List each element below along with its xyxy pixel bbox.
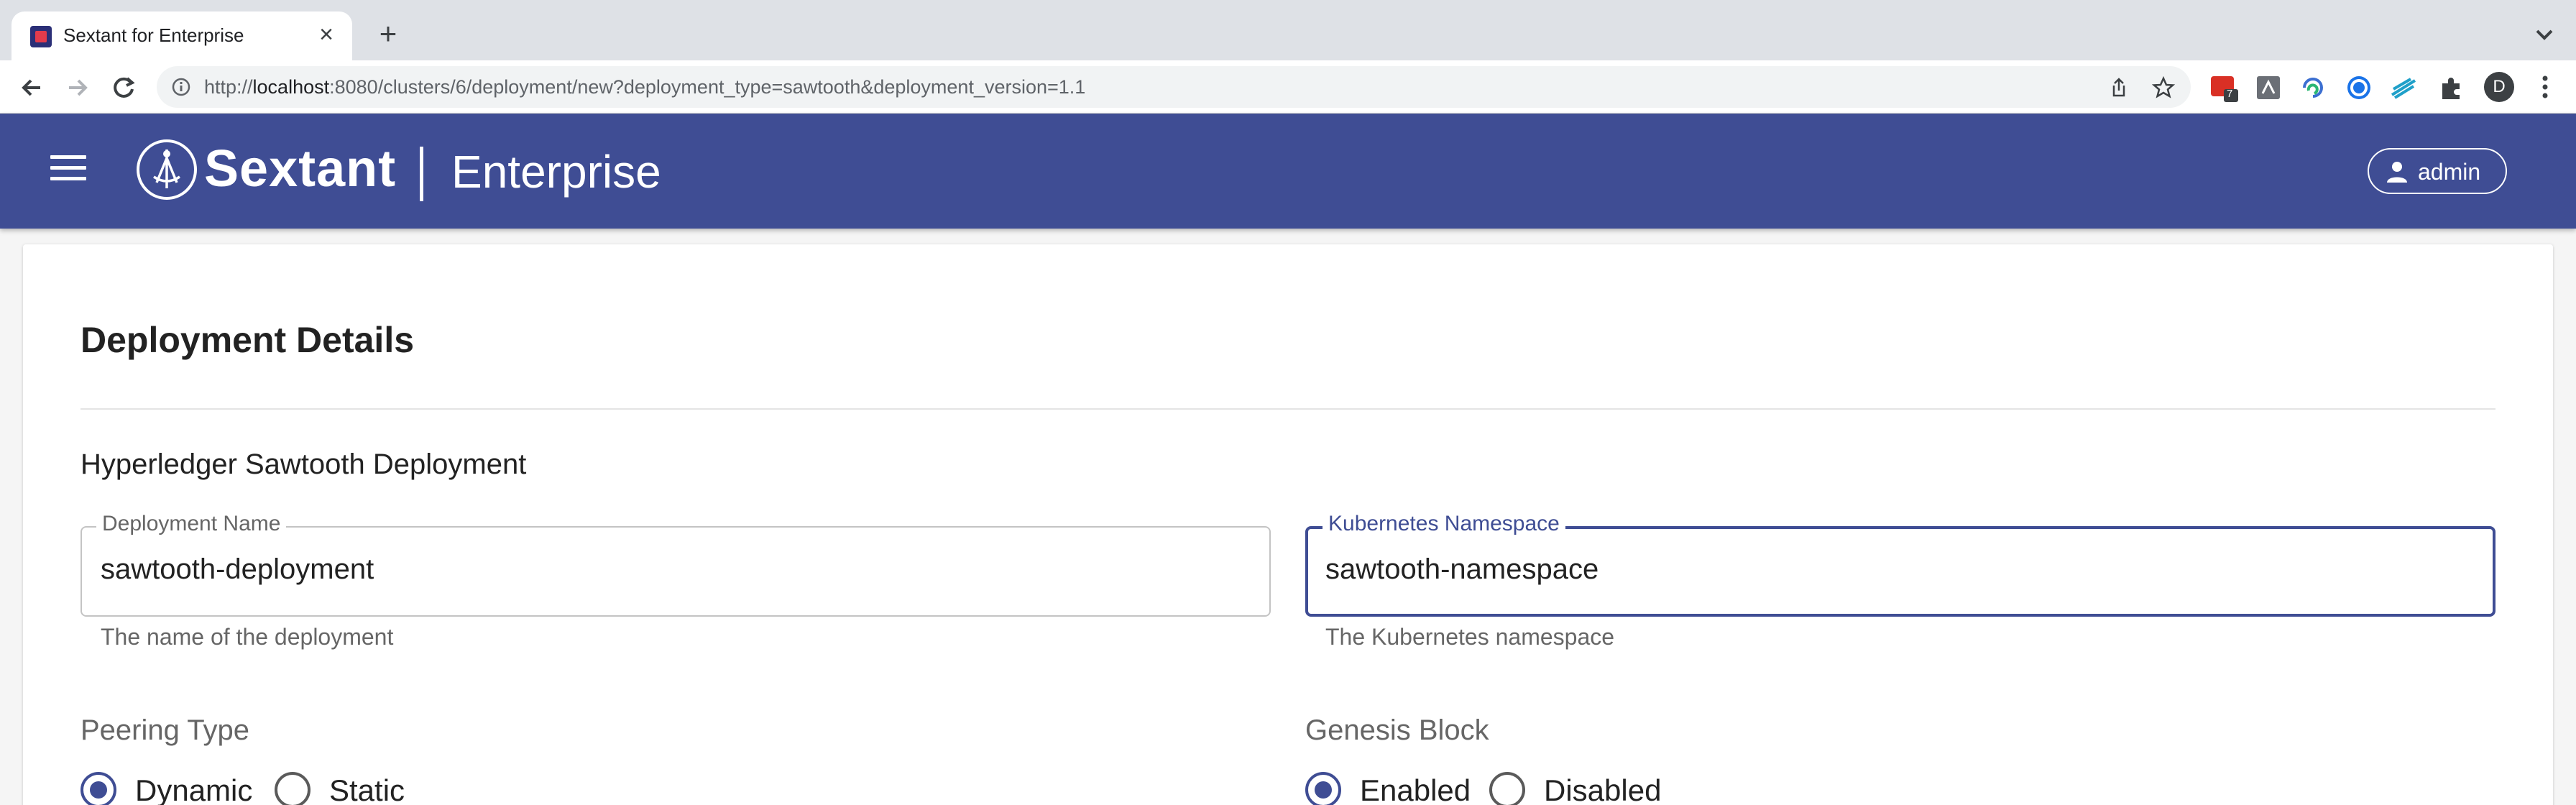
tab-list-chevron-icon[interactable] [2527,17,2562,52]
deployment-card: Deployment Details Hyperledger Sawtooth … [23,244,2553,805]
browser-toolbar: http://localhost:8080/clusters/6/deploym… [0,60,2576,114]
genesis-enabled-radio[interactable] [1305,772,1341,805]
section-title: Hyperledger Sawtooth Deployment [80,448,527,480]
tab-close-button[interactable]: × [310,19,342,50]
kubernetes-namespace-helper: The Kubernetes namespace [1325,624,1615,650]
page-root: Sextant for Enterprise × + http://localh… [0,0,2576,805]
extension-wings-icon[interactable] [2389,73,2418,102]
app-header: Sextant Enterprise admin [0,114,2576,229]
share-icon[interactable] [2106,75,2132,101]
url-path: :8080/clusters/6/deployment/new?deployme… [329,76,1086,98]
page-title: Deployment Details [80,320,415,360]
browser-menu-icon[interactable] [2529,70,2562,104]
peering-static-radio[interactable] [275,772,310,805]
peering-dynamic-radio[interactable] [80,772,116,805]
browser-tabstrip: Sextant for Enterprise × + [0,0,2576,60]
forward-arrow-icon[interactable] [59,69,96,106]
user-menu-button[interactable]: admin [2368,148,2507,194]
kubernetes-namespace-value[interactable]: sawtooth-namespace [1325,553,1598,586]
reload-icon[interactable] [105,69,142,106]
user-label: admin [2418,159,2481,185]
profile-avatar[interactable]: D [2484,72,2514,102]
peering-type-label: Peering Type [80,714,249,746]
brand-divider [420,147,423,201]
user-icon [2385,160,2409,184]
extension-puzzle-square-icon[interactable] [2254,73,2283,102]
genesis-disabled-label[interactable]: Disabled [1544,773,1661,805]
extension-badge: 7 [2227,88,2233,100]
menu-hamburger-icon[interactable] [50,155,86,184]
back-arrow-icon[interactable] [13,69,50,106]
tab-title: Sextant for Enterprise [63,24,244,46]
deployment-name-label: Deployment Name [96,512,287,536]
extensions-puzzle-icon[interactable] [2437,73,2465,102]
brand-subtitle: Enterprise [451,146,661,198]
kubernetes-namespace-label: Kubernetes Namespace [1322,512,1565,536]
brand-name: Sextant [204,140,397,198]
sextant-logo-icon [135,138,198,201]
address-bar[interactable]: http://localhost:8080/clusters/6/deploym… [157,66,2191,108]
info-icon[interactable] [171,77,191,97]
url-host: localhost [252,76,330,98]
browser-tab[interactable]: Sextant for Enterprise × [12,12,352,60]
kubernetes-namespace-field[interactable]: Kubernetes Namespace sawtooth-namespace [1305,512,2496,617]
deployment-name-value[interactable]: sawtooth-deployment [101,553,374,586]
favicon-icon [30,26,52,47]
peering-dynamic-label[interactable]: Dynamic [135,773,252,805]
peering-static-label[interactable]: Static [329,773,405,805]
extension-red-icon[interactable]: 7 [2209,73,2238,102]
title-divider [80,408,2496,410]
extension-swirl-icon[interactable] [2299,73,2327,102]
genesis-disabled-radio[interactable] [1489,772,1525,805]
deployment-name-helper: The name of the deployment [101,624,394,650]
genesis-enabled-label[interactable]: Enabled [1360,773,1471,805]
bookmark-star-icon[interactable] [2150,75,2176,101]
genesis-block-label: Genesis Block [1305,714,1489,746]
deployment-name-field[interactable]: Deployment Name sawtooth-deployment [80,512,1271,617]
url-scheme: http:// [204,76,253,98]
url-text[interactable]: http://localhost:8080/clusters/6/deploym… [204,76,1085,98]
extension-circle-c-icon[interactable] [2345,73,2373,102]
new-tab-button[interactable]: + [371,17,405,52]
